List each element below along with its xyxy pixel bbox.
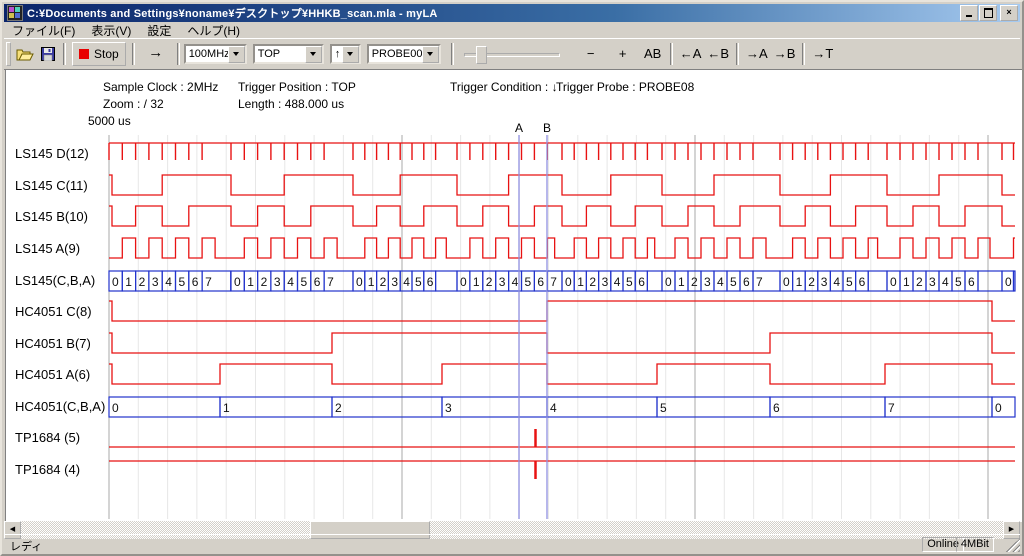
channel-label-1: LS145 C(11)	[15, 178, 88, 193]
minimize-button[interactable]	[960, 5, 978, 21]
open-file-button[interactable]	[13, 43, 36, 65]
dropdown-arrow-icon[interactable]	[228, 46, 245, 63]
menu-help[interactable]: ヘルプ(H)	[179, 21, 248, 40]
goto-marker-b-left-button[interactable]: ←B	[704, 43, 732, 65]
dropdown-arrow-icon[interactable]	[422, 46, 439, 63]
trigger-probe-value: PROBE00	[369, 48, 422, 60]
slider-thumb[interactable]	[476, 46, 487, 64]
channel-label-7: HC4051 A(6)	[15, 367, 90, 382]
channel-label-0: LS145 D(12)	[15, 146, 89, 161]
stop-label: Stop	[94, 47, 119, 61]
goto-marker-b-right-button[interactable]: →B	[771, 43, 799, 65]
toolbar-grip[interactable]	[6, 42, 11, 66]
channel-label-3: LS145 A(9)	[15, 241, 80, 256]
toolbar-separator	[670, 43, 673, 65]
sample-clock-value: 100MHz	[186, 48, 228, 60]
trigger-position-info: Trigger Position : TOP	[238, 80, 356, 94]
application-window: C:¥Documents and Settings¥noname¥デスクトップ¥…	[0, 0, 1024, 556]
zoom-slider[interactable]	[462, 43, 562, 65]
toolbar-separator	[177, 43, 180, 65]
ab-button[interactable]: AB	[640, 43, 666, 65]
waveform-client-area: Sample Clock : 2MHz Trigger Position : T…	[5, 69, 1024, 522]
channel-label-2: LS145 B(10)	[15, 209, 88, 224]
goto-trigger-button[interactable]: →T	[809, 43, 836, 65]
trigger-condition-info: Trigger Condition : ↓	[450, 80, 558, 94]
goto-marker-a-right-button[interactable]: →A	[743, 43, 771, 65]
app-icon	[7, 5, 23, 21]
save-file-button[interactable]	[36, 43, 59, 65]
memory-status-badge: 4MBit	[956, 537, 994, 552]
status-text: レディ	[10, 538, 42, 554]
menu-file[interactable]: ファイル(F)	[4, 21, 83, 40]
toolbar-separator	[736, 43, 739, 65]
channel-label-8: HC4051(C,B,A)	[15, 399, 105, 414]
channel-label-5: HC4051 C(8)	[15, 304, 92, 319]
goto-marker-a-left-button[interactable]: ←A	[677, 43, 705, 65]
trigger-position-select[interactable]: TOP	[253, 44, 324, 64]
length-info: Length : 488.000 us	[238, 97, 344, 111]
channel-label-10: TP1684 (4)	[15, 462, 80, 477]
sample-clock-info: Sample Clock : 2MHz	[103, 80, 218, 94]
menu-bar: ファイル(F) 表示(V) 設定 ヘルプ(H)	[4, 22, 1020, 38]
zoom-info: Zoom : / 32	[103, 97, 164, 111]
zoom-out-button[interactable]: −	[578, 43, 604, 65]
channel-label-9: TP1684 (5)	[15, 430, 80, 445]
stop-button[interactable]: Stop	[72, 42, 126, 66]
channel-label-4: LS145(C,B,A)	[15, 273, 95, 288]
dropdown-arrow-icon[interactable]	[305, 46, 322, 63]
run-button[interactable]: →	[139, 43, 173, 65]
trigger-edge-value: ↑	[332, 48, 342, 60]
toolbar-separator	[132, 43, 135, 65]
resize-grip[interactable]	[1006, 538, 1020, 552]
toolbar: Stop → 100MHz TOP ↑ PROBE00 − + AB ←A	[4, 38, 1020, 70]
trigger-probe-select[interactable]: PROBE00	[367, 44, 441, 64]
close-button[interactable]: ×	[1000, 5, 1018, 21]
menu-view[interactable]: 表示(V)	[83, 21, 139, 40]
floppy-disk-icon	[41, 47, 55, 61]
stop-icon	[79, 49, 89, 59]
window-title: C:¥Documents and Settings¥noname¥デスクトップ¥…	[27, 5, 959, 21]
toolbar-separator	[802, 43, 805, 65]
time-div-label: 5000 us	[88, 114, 131, 128]
maximize-button[interactable]	[979, 5, 997, 21]
zoom-in-button[interactable]: +	[610, 43, 636, 65]
trigger-edge-select[interactable]: ↑	[330, 44, 361, 64]
menu-settings[interactable]: 設定	[139, 21, 179, 40]
title-bar[interactable]: C:¥Documents and Settings¥noname¥デスクトップ¥…	[4, 4, 1020, 22]
trigger-position-value: TOP	[255, 48, 305, 60]
trigger-probe-info: Trigger Probe : PROBE08	[556, 80, 694, 94]
open-folder-icon	[16, 47, 34, 61]
toolbar-separator	[63, 43, 66, 65]
toolbar-separator	[451, 43, 454, 65]
status-bar: レディ Online 4MBit	[4, 534, 1020, 552]
dropdown-arrow-icon[interactable]	[342, 46, 359, 63]
sample-clock-select[interactable]: 100MHz	[184, 44, 247, 64]
channel-label-6: HC4051 B(7)	[15, 336, 91, 351]
